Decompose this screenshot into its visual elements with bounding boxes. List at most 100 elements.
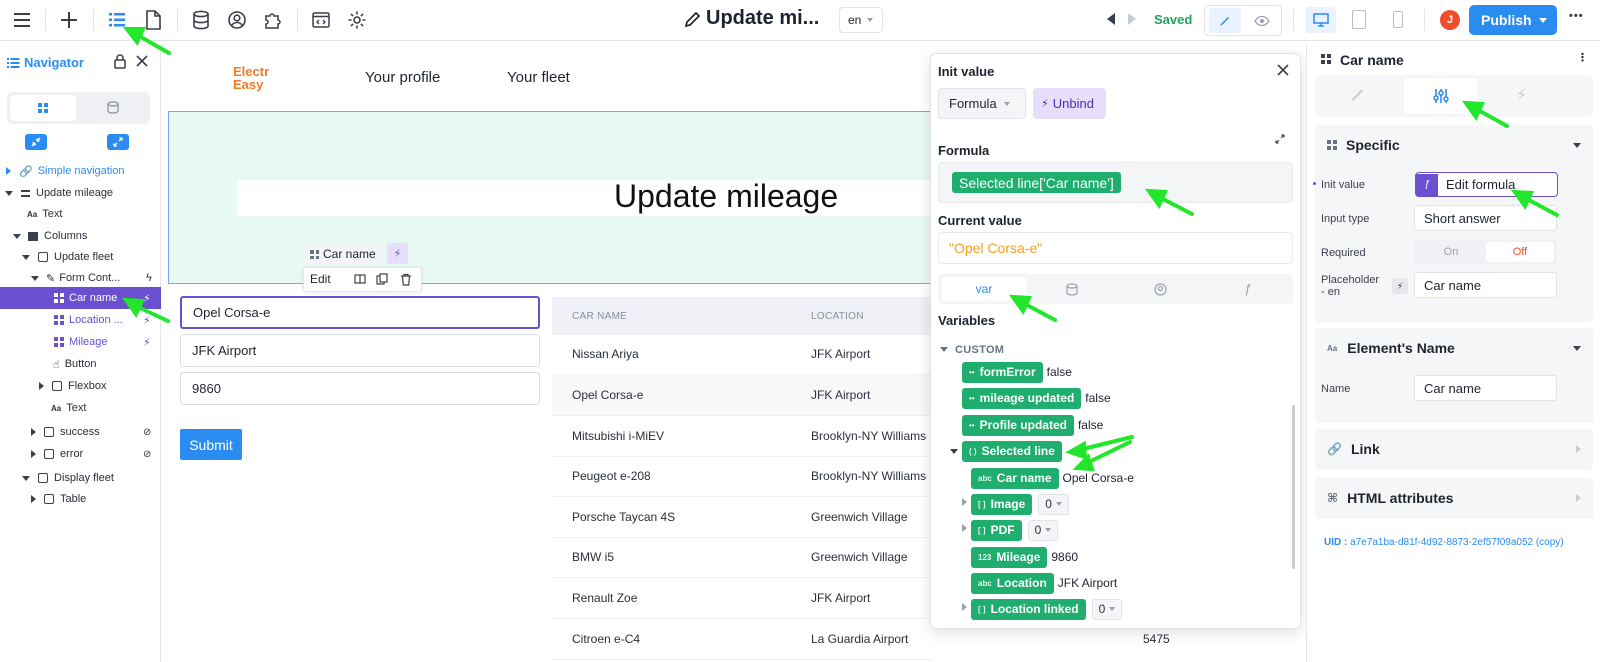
uid-line[interactable]: UID : a7e7a1ba-d81f-4d92-8873-2ef57f09a0…	[1324, 537, 1564, 548]
user-circle-icon[interactable]	[226, 9, 248, 31]
specific-header[interactable]: Specific	[1315, 125, 1593, 165]
mobile-view-icon[interactable]	[1393, 11, 1403, 28]
nav-item-success[interactable]: success ⊘	[0, 421, 161, 443]
brand-logo[interactable]: Electr Easy	[233, 65, 269, 91]
array-count-select[interactable]: 0	[1027, 519, 1059, 541]
nav-link-fleet[interactable]: Your fleet	[507, 69, 570, 86]
nav-item-car-name[interactable]: Car name ⚡	[0, 287, 161, 309]
delete-trash-icon[interactable]	[400, 273, 412, 289]
element-name-header[interactable]: Aa Element's Name	[1315, 328, 1593, 368]
nav-item-simple-navigation[interactable]: 🔗 Simple navigation	[0, 160, 161, 182]
hidden-eye-icon[interactable]: ⊘	[143, 427, 151, 438]
column-header-car-name[interactable]: CAR NAME	[572, 311, 627, 322]
nav-item-button[interactable]: ☝ Button	[0, 353, 161, 375]
variable-item[interactable]: abc Car name Opel Corsa-e	[971, 467, 1134, 489]
table-row[interactable]: Citroen e-C4 La Guardia Airport	[552, 619, 932, 660]
tab-user[interactable]	[1154, 283, 1167, 299]
nav-item-table[interactable]: Table	[0, 488, 161, 510]
nav-item-columns[interactable]: Columns	[0, 225, 161, 247]
lock-icon[interactable]	[114, 54, 126, 72]
navigator-list-icon[interactable]	[106, 9, 128, 31]
publish-button[interactable]: Publish	[1469, 5, 1557, 35]
database-tab[interactable]	[107, 101, 119, 117]
plugin-puzzle-icon[interactable]	[262, 9, 284, 31]
variable-item[interactable]: •• formError false	[962, 361, 1072, 383]
required-on-option[interactable]: On	[1417, 242, 1485, 262]
table-row[interactable]: Mitsubishi i-MiEV Brooklyn-NY Williams	[552, 416, 932, 457]
tab-database[interactable]	[1066, 283, 1078, 299]
variable-item[interactable]: •• Profile updated false	[962, 414, 1103, 436]
caret-right-icon[interactable]	[962, 524, 967, 532]
edit-button[interactable]: Edit	[310, 272, 331, 286]
tablet-view-icon[interactable]	[1352, 10, 1366, 29]
preview-mode-button[interactable]	[1249, 8, 1275, 33]
edit-mode-button[interactable]	[1209, 8, 1241, 33]
language-select[interactable]: en	[839, 7, 883, 33]
collapse-all-button[interactable]	[25, 134, 47, 150]
more-options-icon[interactable]: ⋮	[1577, 51, 1589, 64]
expand-icon[interactable]	[1275, 132, 1285, 147]
function-icon[interactable]: ƒ	[1244, 281, 1251, 296]
html-attributes-header[interactable]: ⌘ HTML attributes	[1315, 478, 1593, 518]
nav-item-update-fleet[interactable]: Update fleet	[0, 246, 161, 268]
hero-section[interactable]: Update mileage	[168, 111, 932, 284]
submit-button[interactable]: Submit	[180, 429, 242, 460]
nav-item-error[interactable]: error ⊘	[0, 443, 161, 465]
undo-arrow-icon[interactable]	[1107, 13, 1115, 25]
binding-plug-icon[interactable]: ⚡	[387, 243, 408, 264]
more-options-icon[interactable]: •••	[1569, 10, 1584, 22]
hidden-eye-icon[interactable]: ⊘	[143, 449, 151, 460]
variable-item[interactable]: abc Location JFK Airport	[971, 572, 1117, 594]
bind-plug-icon[interactable]: ⚡	[1392, 278, 1408, 294]
nav-link-profile[interactable]: Your profile	[365, 69, 440, 86]
layout-tab[interactable]	[10, 95, 76, 121]
nav-item-form-container[interactable]: ✎ Form Cont... ϟ	[0, 267, 161, 289]
menu-icon[interactable]	[11, 9, 33, 31]
required-off-option[interactable]: Off	[1486, 242, 1554, 262]
page-title[interactable]: Update mi...	[706, 7, 819, 30]
tab-settings[interactable]	[1404, 78, 1477, 114]
location-input[interactable]: JFK Airport	[180, 334, 540, 367]
variable-item[interactable]: [ ] Location linked 0	[971, 598, 1123, 620]
nav-item-update-mileage[interactable]: Update mileage	[0, 182, 161, 204]
add-icon[interactable]	[58, 9, 80, 31]
formula-mode-select[interactable]: Formula	[938, 88, 1026, 119]
input-type-select[interactable]: Short answer	[1414, 205, 1557, 231]
tab-var[interactable]: var	[942, 277, 1026, 301]
placeholder-input[interactable]: Car name	[1414, 272, 1557, 298]
expand-all-button[interactable]	[107, 134, 129, 150]
edit-formula-button[interactable]: ƒ Edit formula	[1415, 172, 1558, 197]
variable-item[interactable]: [ ] Image 0	[971, 493, 1069, 515]
code-window-icon[interactable]	[310, 9, 332, 31]
variable-item[interactable]: 123 Mileage 9860	[971, 546, 1078, 568]
table-row[interactable]: Porsche Taycan 4S Greenwich Village	[552, 497, 932, 538]
mileage-input[interactable]: 9860	[180, 372, 540, 405]
link-header[interactable]: 🔗 Link	[1315, 429, 1593, 469]
nav-item-flexbox[interactable]: Flexbox	[0, 375, 161, 397]
nav-item-text[interactable]: Aa Text	[0, 203, 161, 225]
database-icon[interactable]	[190, 9, 212, 31]
nav-item-display-fleet[interactable]: Display fleet	[0, 467, 161, 489]
nav-item-text[interactable]: Aa Text	[0, 397, 161, 419]
redo-arrow-icon[interactable]	[1128, 13, 1136, 25]
avatar[interactable]: J	[1440, 10, 1460, 30]
close-icon[interactable]	[1277, 64, 1289, 79]
nav-item-location[interactable]: Location ... ⚡	[0, 309, 161, 331]
page-icon[interactable]	[142, 9, 164, 31]
nav-item-mileage[interactable]: Mileage ⚡	[0, 331, 161, 353]
hero-title[interactable]: Update mileage	[614, 178, 838, 215]
table-row[interactable]: BMW i5 Greenwich Village	[552, 537, 932, 578]
tab-style[interactable]	[1349, 86, 1367, 107]
caret-right-icon[interactable]	[962, 498, 967, 506]
variable-item[interactable]: [ ] PDF 0	[971, 519, 1059, 541]
column-header-location[interactable]: LOCATION	[811, 311, 864, 322]
wrap-icon[interactable]	[354, 273, 366, 288]
caret-down-icon[interactable]	[950, 449, 958, 454]
table-row[interactable]: Renault Zoe JFK Airport	[552, 578, 932, 619]
unbind-button[interactable]: ⚡ Unbind	[1033, 88, 1106, 119]
scrollbar[interactable]	[1292, 405, 1295, 569]
gear-icon[interactable]	[346, 9, 368, 31]
array-count-select[interactable]: 0	[1038, 493, 1069, 515]
tab-workflows[interactable]: ⚡	[1516, 85, 1527, 105]
caret-right-icon[interactable]	[962, 603, 967, 611]
